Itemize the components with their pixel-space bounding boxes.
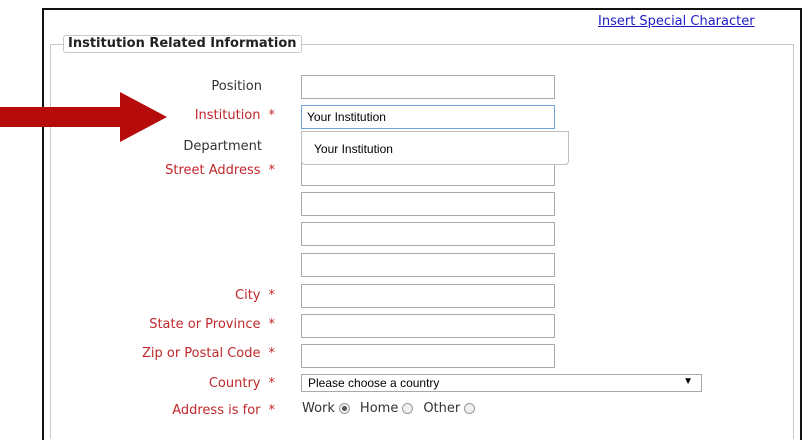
radio-option-home[interactable]: Home	[359, 401, 414, 416]
street-address-line4-input[interactable]	[301, 253, 555, 277]
street-address-line2-input[interactable]	[301, 192, 555, 216]
radio-button-other[interactable]	[464, 403, 476, 414]
institution-label: Institution *	[194, 108, 275, 123]
zip-input[interactable]	[301, 344, 555, 368]
state-label: State or Province *	[149, 317, 275, 332]
red-arrow-icon	[0, 92, 167, 142]
radio-option-work[interactable]: Work	[302, 401, 350, 416]
radio-option-other[interactable]: Other	[423, 401, 476, 416]
country-select[interactable]: Please choose a country ▼	[301, 374, 702, 392]
institution-autocomplete-suggestion[interactable]: Your Institution	[301, 131, 569, 165]
address-for-radio-group: Work Home Other	[302, 401, 485, 416]
department-label: Department	[183, 139, 262, 154]
country-label: Country *	[208, 376, 275, 391]
address-for-label: Address is for *	[172, 403, 275, 418]
city-input[interactable]	[301, 284, 555, 308]
institution-input[interactable]: Your Institution	[301, 105, 555, 129]
radio-button-home[interactable]	[402, 403, 414, 414]
dropdown-caret-icon: ▼	[683, 376, 693, 387]
position-input[interactable]	[301, 75, 555, 99]
country-selected-value: Please choose a country	[308, 376, 440, 390]
radio-label-work: Work	[302, 401, 335, 416]
street-address-line1-input[interactable]	[301, 162, 555, 186]
insert-special-character-link[interactable]: Insert Special Character	[598, 14, 755, 29]
street-address-label: Street Address *	[165, 163, 275, 178]
city-label: City *	[235, 288, 275, 303]
street-address-line3-input[interactable]	[301, 222, 555, 246]
radio-label-other: Other	[423, 401, 461, 416]
radio-button-work[interactable]	[338, 403, 350, 414]
section-title: Institution Related Information	[63, 35, 302, 53]
position-label: Position	[211, 79, 262, 94]
zip-label: Zip or Postal Code *	[141, 346, 275, 361]
radio-label-home: Home	[359, 401, 399, 416]
state-input[interactable]	[301, 314, 555, 338]
